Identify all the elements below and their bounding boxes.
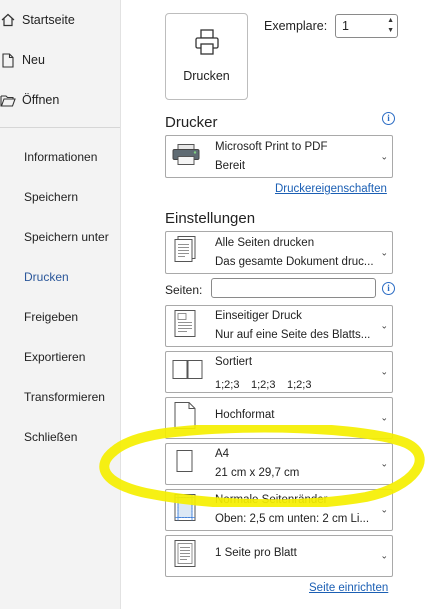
pages-input[interactable] (211, 278, 376, 298)
chevron-down-icon: ⌄ (380, 550, 388, 561)
chevron-down-icon: ⌄ (380, 458, 388, 469)
settings-section-title: Einstellungen (165, 210, 256, 227)
pages-icon (172, 235, 198, 270)
spin-arrows-icon[interactable]: ▲ ▼ (387, 16, 394, 36)
sidebar-divider (0, 127, 120, 128)
print-range-detail: Das gesamte Dokument druc... (215, 256, 374, 268)
home-icon (0, 13, 18, 27)
print-range-label: Alle Seiten drucken (215, 237, 315, 249)
sidebar-item-new[interactable]: Neu (0, 49, 120, 71)
print-button[interactable]: Drucken (165, 13, 248, 100)
folder-open-icon (0, 94, 18, 107)
sidebar-item-label: Öffnen (22, 93, 60, 107)
pages-per-sheet-icon (172, 539, 198, 574)
duplex-detail: Nur auf eine Seite des Blatts... (215, 329, 371, 341)
sidebar-item-speichern[interactable]: Speichern (24, 190, 78, 204)
sidebar-item-informationen[interactable]: Informationen (24, 150, 97, 164)
pages-per-sheet-dropdown[interactable]: 1 Seite pro Blatt ⌄ (165, 535, 393, 577)
printer-device-icon (172, 143, 200, 170)
sidebar-item-home[interactable]: Startseite (0, 9, 120, 31)
sidebar-item-transformieren[interactable]: Transformieren (24, 390, 105, 404)
backstage-sidebar: Startseite Neu Öffnen Informationen Spei… (0, 0, 121, 609)
one-sided-icon (172, 309, 198, 344)
printer-name: Microsoft Print to PDF (215, 141, 328, 153)
printer-section-title: Drucker (165, 114, 218, 131)
collate-dropdown[interactable]: Sortiert 1;2;3 1;2;3 1;2;3 ⌄ (165, 351, 393, 393)
print-button-label: Drucken (183, 69, 230, 83)
sidebar-item-label: Startseite (22, 13, 75, 27)
orientation-dropdown[interactable]: Hochformat ⌄ (165, 397, 393, 439)
pages-per-sheet-label: 1 Seite pro Blatt (215, 547, 297, 559)
sidebar-item-freigeben[interactable]: Freigeben (24, 310, 78, 324)
print-range-dropdown[interactable]: Alle Seiten drucken Das gesamte Dokument… (165, 231, 393, 274)
collate-sequence: 1;2;3 (251, 379, 276, 391)
sidebar-item-speichern-unter[interactable]: Speichern unter (24, 230, 109, 244)
sidebar-item-drucken[interactable]: Drucken (24, 270, 69, 284)
collate-icon (172, 359, 204, 386)
paper-size-detail: 21 cm x 29,7 cm (215, 467, 300, 479)
pages-info-icon[interactable]: i (382, 282, 395, 295)
margins-label: Normale Seitenränder (215, 494, 328, 506)
sidebar-item-exportieren[interactable]: Exportieren (24, 350, 85, 364)
orientation-label: Hochformat (215, 409, 275, 421)
pages-label: Seiten: (165, 283, 203, 297)
chevron-down-icon: ⌄ (380, 247, 388, 257)
sidebar-item-label: Neu (22, 53, 45, 67)
margins-detail: Oben: 2,5 cm unten: 2 cm Li... (215, 513, 370, 525)
page-setup-link[interactable]: Seite einrichten (309, 582, 388, 594)
paper-size-icon (172, 447, 198, 482)
paper-size-dropdown[interactable]: A4 21 cm x 29,7 cm ⌄ (165, 443, 393, 485)
printer-dropdown[interactable]: Microsoft Print to PDF Bereit ⌄ (165, 135, 393, 178)
collate-sequence: 1;2;3 (215, 379, 240, 391)
portrait-icon (172, 401, 198, 436)
collate-label: Sortiert (215, 356, 253, 368)
copies-value: 1 (342, 19, 349, 33)
duplex-dropdown[interactable]: Einseitiger Druck Nur auf eine Seite des… (165, 305, 393, 347)
chevron-down-icon: ⌄ (380, 320, 388, 331)
paper-size-label: A4 (215, 448, 230, 460)
margins-dropdown[interactable]: Normale Seitenränder Oben: 2,5 cm unten:… (165, 489, 393, 531)
printer-info-icon[interactable]: i (382, 112, 395, 125)
printer-status: Bereit (215, 160, 246, 172)
new-document-icon (0, 52, 18, 68)
printer-icon (193, 28, 221, 61)
collate-sequence: 1;2;3 (287, 379, 312, 391)
duplex-label: Einseitiger Druck (215, 310, 302, 322)
copies-label: Exemplare: (264, 19, 328, 33)
sidebar-item-schliessen[interactable]: Schließen (24, 430, 77, 444)
chevron-down-icon: ⌄ (380, 504, 388, 515)
margins-icon (172, 493, 198, 528)
printer-properties-link[interactable]: Druckereigenschaften (275, 183, 387, 195)
chevron-down-icon: ⌄ (380, 412, 388, 423)
sidebar-item-open[interactable]: Öffnen (0, 89, 120, 111)
chevron-down-icon: ⌄ (380, 366, 388, 377)
copies-stepper[interactable]: 1 ▲ ▼ (335, 14, 398, 38)
chevron-down-icon: ⌄ (380, 151, 388, 161)
